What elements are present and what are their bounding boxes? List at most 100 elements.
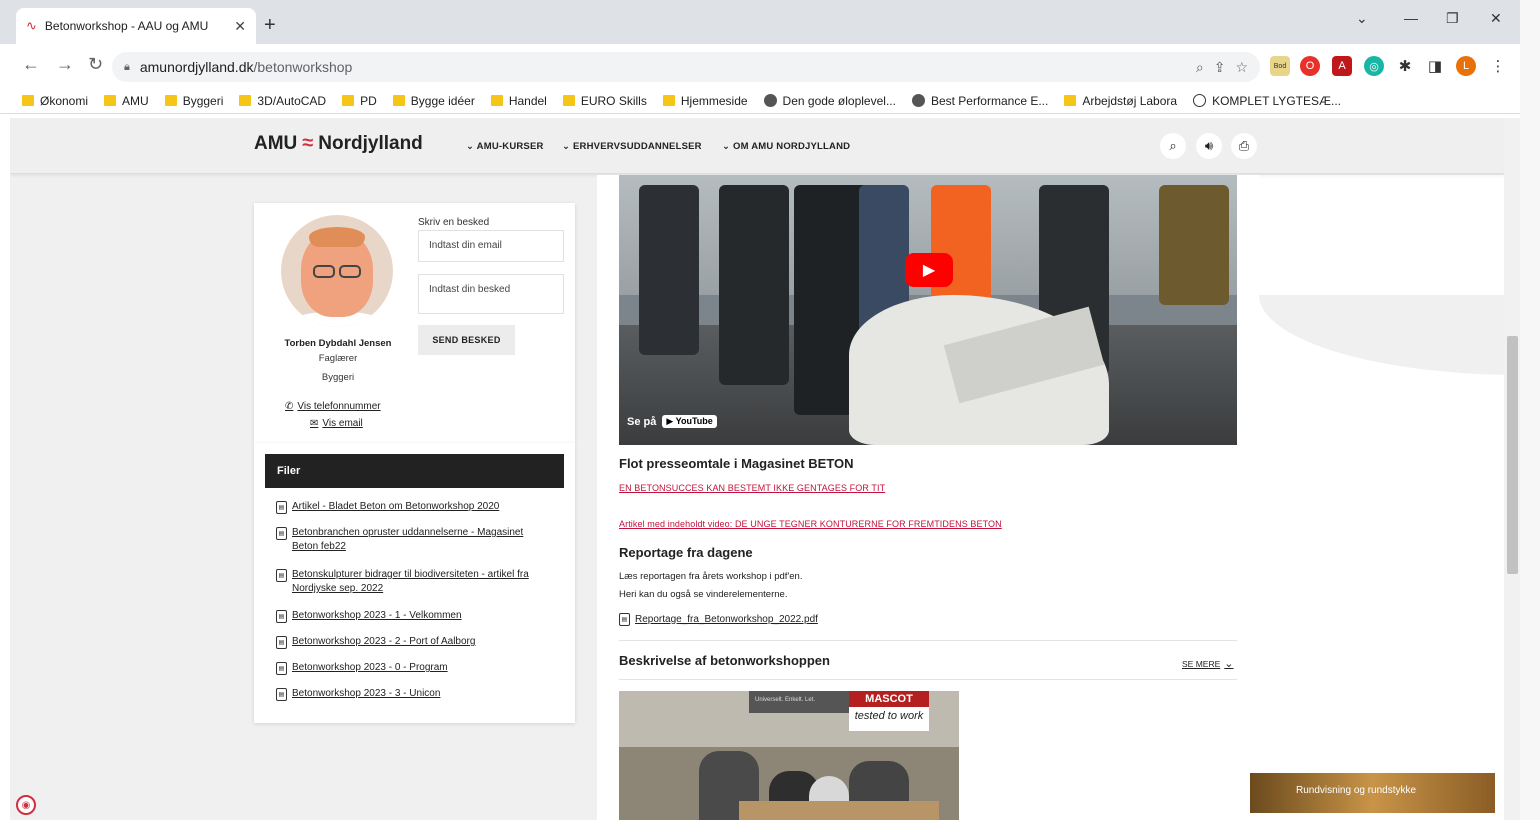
back-arrow-icon[interactable]: ←	[22, 54, 40, 75]
bod-extension-icon[interactable]: Bod	[1270, 56, 1290, 76]
file-link[interactable]: ▤ Betonworkshop 2023 - 3 - Unicon	[276, 687, 546, 701]
press-link-2[interactable]: Artikel med indeholdt video: DE UNGE TEG…	[619, 519, 1002, 529]
browser-side-strip	[1520, 0, 1540, 820]
press-link-1[interactable]: EN BETONSUCCES KAN BESTEMT IKKE GENTAGES…	[619, 483, 885, 493]
report-pdf-link[interactable]: ▤ Reportage_fra_Betonworkshop_2022.pdf	[619, 612, 818, 626]
tab-title: Betonworkshop - AAU og AMU	[44, 19, 209, 33]
press-heading: Flot presseomtale i Magasinet BETON	[619, 456, 854, 471]
file-link[interactable]: ▤ Betonworkshop 2023 - 0 - Program	[276, 661, 546, 675]
bookmark-label: 3D/AutoCAD	[257, 93, 327, 108]
site-logo[interactable]: AMU ≈ Nordjylland	[254, 132, 423, 155]
file-link[interactable]: ▤ Betonbranchen opruster uddannelserne - …	[276, 526, 546, 554]
speaker-icon[interactable]: 🔊︎	[1196, 133, 1222, 159]
minimize-icon[interactable]: —	[1404, 10, 1418, 26]
file-link[interactable]: ▤ Betonskulpturer bidrager til biodiversi…	[276, 568, 546, 596]
logo-name: Nordjylland	[318, 132, 423, 154]
sidepanel-icon[interactable]: ◨	[1425, 56, 1445, 76]
show-email-link[interactable]: ✉ Vis email	[310, 418, 363, 429]
bookmark-euro-skills[interactable]: EURO Skills	[562, 93, 647, 108]
file-link[interactable]: ▤ Betonworkshop 2023 - 2 - Port of Aalbor…	[276, 635, 546, 649]
opera-extension-icon[interactable]: O	[1300, 56, 1320, 76]
menu-om-amu[interactable]: ⌄ OM AMU NORDJYLLAND	[722, 141, 850, 152]
report-text-2: Heri kan du også se vinderelementerne.	[619, 589, 788, 600]
bookmark-komplet[interactable]: KOMPLET LYGTESÆ...	[1193, 94, 1341, 108]
restore-icon[interactable]: ❐	[1446, 10, 1459, 27]
envelope-icon: ✉	[310, 418, 319, 429]
scrollbar-thumb[interactable]	[1507, 336, 1518, 574]
mascot-tagline: tested to work	[854, 710, 924, 722]
close-icon[interactable]: ✕	[234, 18, 246, 35]
green-extension-icon[interactable]: ◎	[1364, 56, 1384, 76]
pdf-icon: ▤	[276, 636, 287, 649]
description-heading: Beskrivelse af betonworkshoppen	[619, 653, 830, 668]
bookmark-3d-autocad[interactable]: 3D/AutoCAD	[239, 94, 326, 108]
address-bar[interactable]: 🔒︎ amunordjylland.dk/betonworkshop ⌕ ⇪ ☆	[112, 52, 1260, 82]
bookmark-hjemmeside[interactable]: Hjemmeside	[662, 94, 748, 108]
profile-initial: L	[1462, 60, 1470, 72]
menu-amu-kurser[interactable]: ⌄ AMU-KURSER	[466, 141, 544, 152]
message-placeholder: Indtast din besked	[429, 284, 511, 295]
print-icon[interactable]: ⎙	[1231, 133, 1257, 159]
star-icon[interactable]: ☆	[1235, 59, 1248, 76]
file-link[interactable]: ▤ Artikel - Bladet Beton om Betonworkshop…	[276, 500, 546, 514]
bookmark-best-performance[interactable]: Best Performance E...	[911, 93, 1049, 108]
file-label: Betonskulpturer bidrager til biodiversit…	[292, 569, 529, 594]
bookmark-amu[interactable]: AMU	[104, 94, 149, 108]
forward-arrow-icon[interactable]: →	[56, 54, 74, 75]
acrobat-extension-icon[interactable]: A	[1332, 56, 1352, 76]
promo-toast[interactable]: Rundvisning og rundstykke	[1250, 773, 1495, 813]
tab-betonworkshop[interactable]: ∿ Betonworkshop - AAU og AMU ✕	[16, 8, 256, 44]
url-path: /betonworkshop	[253, 59, 353, 75]
show-phone-link[interactable]: ✆ Vis telefonnummer	[285, 401, 381, 412]
see-more-label: SE MERE	[1182, 658, 1221, 669]
file-label: Betonworkshop 2023 - 0 - Program	[292, 662, 448, 673]
search-icon[interactable]: ⌕	[1160, 133, 1186, 159]
bookmark-bygge-ideer[interactable]: Bygge idéer	[392, 94, 475, 108]
profile-avatar[interactable]: L	[1456, 56, 1476, 76]
email-field[interactable]: Indtast din email	[418, 230, 564, 262]
watch-on-youtube[interactable]: Se på ▶ YouTube	[627, 415, 717, 428]
cookie-consent-icon[interactable]: ◉	[16, 795, 36, 815]
new-tab-icon[interactable]: +	[264, 14, 276, 37]
play-icon[interactable]: ▶	[905, 253, 953, 287]
chevron-down-icon: ⌄	[1224, 658, 1234, 670]
kebab-menu-icon[interactable]: ⋮	[1488, 56, 1508, 76]
bookmark-pd[interactable]: PD	[342, 94, 377, 108]
bookmark-handel[interactable]: Handel	[490, 94, 547, 108]
url-host: amunordjylland.dk	[139, 59, 254, 75]
report-text-1: Læs reportagen fra årets workshop i pdf'…	[619, 571, 803, 582]
right-decoration	[1259, 175, 1504, 820]
divider	[619, 679, 1237, 680]
pdf-icon: ▤	[276, 662, 287, 675]
wave-logo-icon: ≈	[302, 132, 314, 154]
close-window-icon[interactable]: ✕	[1490, 10, 1502, 27]
zoom-icon[interactable]: ⌕	[1196, 59, 1204, 76]
page-viewport: AMU ≈ Nordjylland ⌄ AMU-KURSER ⌄ ERHVERV…	[10, 118, 1504, 820]
message-textarea[interactable]: Indtast din besked	[418, 274, 564, 314]
bookmark-okonomi[interactable]: Økonomi	[22, 94, 88, 108]
mascot-sign: MASCOT tested to work	[849, 691, 929, 731]
pdf-icon: ▤	[276, 610, 287, 623]
bookmark-label: EURO Skills	[580, 93, 647, 108]
bookmark-label: Best Performance E...	[930, 93, 1049, 108]
file-link[interactable]: ▤ Betonworkshop 2023 - 1 - Velkommen	[276, 609, 546, 623]
report-pdf-label: Reportage_fra_Betonworkshop_2022.pdf	[635, 613, 818, 625]
reload-icon[interactable]: ↻	[88, 54, 103, 75]
show-email-label: Vis email	[322, 418, 363, 429]
share-icon[interactable]: ⇪	[1214, 59, 1226, 76]
youtube-logo-icon: ▶ YouTube	[662, 415, 717, 428]
folder-icon	[662, 95, 675, 106]
send-message-button[interactable]: SEND BESKED	[418, 325, 515, 355]
puzzle-extension-icon[interactable]: ✱	[1395, 56, 1415, 76]
menu-erhvervsuddannelser[interactable]: ⌄ ERHVERVSUDDANNELSER	[562, 141, 702, 152]
bookmark-byggeri[interactable]: Byggeri	[164, 94, 223, 108]
divider	[619, 640, 1237, 641]
bookmark-den-gode[interactable]: Den gode øloplevel...	[763, 94, 896, 108]
pdf-icon: ▤	[619, 613, 630, 626]
bookmark-arbejdstoj[interactable]: Arbejdstøj Labora	[1064, 94, 1177, 108]
bookmark-label: KOMPLET LYGTESÆ...	[1212, 93, 1341, 108]
file-label: Betonworkshop 2023 - 2 - Port of Aalborg	[292, 636, 476, 647]
youtube-video[interactable]: ▶ Se på ▶ YouTube	[619, 175, 1237, 445]
chevron-down-icon[interactable]: ⌄	[1356, 10, 1368, 27]
see-more-toggle[interactable]: SE MERE ⌄	[1182, 657, 1233, 670]
